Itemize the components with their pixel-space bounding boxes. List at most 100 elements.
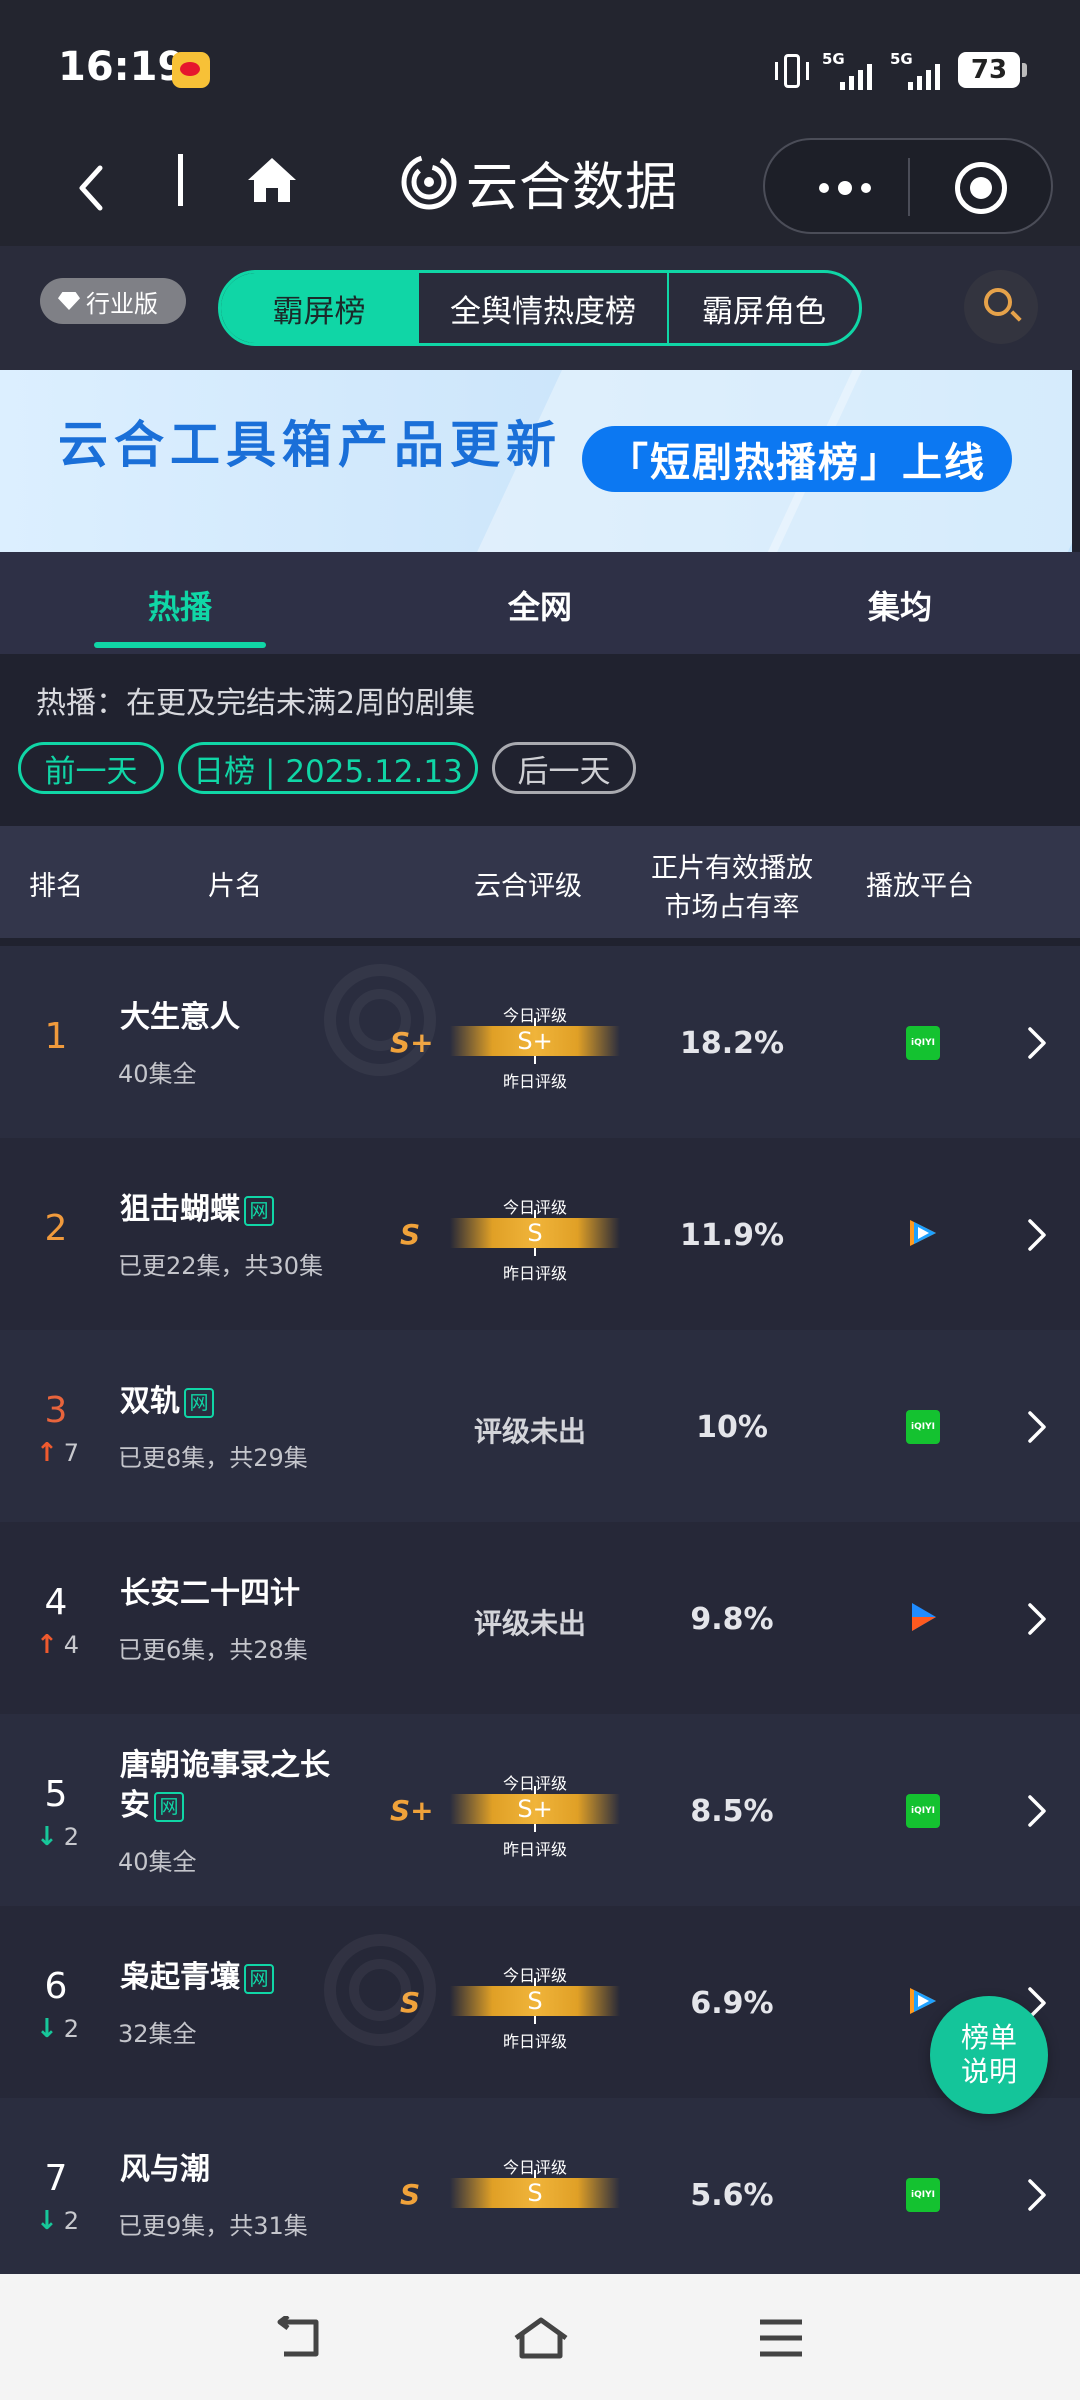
status-bar: 16:19 5G 5G 73 [0, 0, 1080, 128]
web-drama-tag: 网 [184, 1388, 214, 1418]
rank-number: 5 [44, 1774, 68, 1815]
web-drama-tag: 网 [244, 1964, 274, 1994]
ranking-explanation-button[interactable]: 榜单 说明 [930, 1996, 1048, 2114]
table-row[interactable]: 1 大生意人 40集全 S+ 今日评级 S+ 昨日评级 18.2% iQIYI [0, 946, 1080, 1138]
market-share: 10% [696, 1410, 768, 1445]
youku-icon [912, 1603, 936, 1631]
rank-trend: ↓ 2 [36, 1822, 80, 1852]
next-day-button[interactable]: 后一天 [492, 742, 636, 794]
tencent-video-icon [910, 1988, 936, 2014]
nav-divider [178, 154, 183, 206]
rank-number: 6 [44, 1966, 68, 2007]
signal-icon: 5G [890, 50, 948, 92]
rank-number: 1 [44, 1016, 68, 1057]
drama-title: 唐朝诡事录之长 安网 [120, 1748, 330, 1823]
status-time: 16:19 [58, 44, 186, 90]
market-share: 5.6% [690, 2178, 774, 2213]
table-row[interactable]: 5 ↓ 2 唐朝诡事录之长 安网 40集全 S+ 今日评级 S+ 昨日评级 8.5… [0, 1714, 1080, 1906]
chevron-right-icon[interactable] [1026, 2178, 1048, 2212]
grade-pending: 评级未出 [473, 1415, 586, 1448]
back-icon[interactable] [72, 158, 112, 218]
home-nav-icon[interactable] [512, 2316, 570, 2360]
yesterday-grade-label: 昨日评级 [502, 2032, 567, 2051]
table-row[interactable]: 4 ↑ 4 长安二十四计 已更6集，共28集 评级未出 9.8% [0, 1522, 1080, 1714]
episode-info: 已更6集，共28集 [118, 1636, 308, 1664]
industry-edition-badge[interactable]: 行业版 [40, 278, 186, 324]
episode-info: 已更8集，共29集 [118, 1444, 308, 1472]
tab-baping-role[interactable]: 霸屏角色 [667, 273, 859, 343]
chevron-right-icon[interactable] [1026, 1794, 1048, 1828]
grade-badge: S [400, 1218, 421, 1251]
grade-badge: S [400, 2178, 421, 2211]
market-share: 11.9% [679, 1218, 785, 1253]
drama-title: 双轨网 [120, 1382, 214, 1422]
tab-per-episode[interactable]: 集均 [868, 582, 932, 628]
home-icon[interactable] [244, 152, 300, 208]
table-row[interactable]: 3 ↑ 7 双轨网 已更8集，共29集 评级未出 10% iQIYI [0, 1330, 1080, 1522]
brand: 云合数据 [400, 150, 678, 218]
close-miniprogram-icon[interactable] [955, 162, 1007, 214]
tab-hot[interactable]: 热播 [148, 582, 212, 628]
arrow-down-icon: ↓ [36, 2014, 58, 2044]
rank-trend: ↑ 7 [36, 1438, 80, 1468]
drama-title: 大生意人 [120, 1000, 240, 1035]
rank-number: 3 [44, 1390, 68, 1431]
market-share: 8.5% [690, 1794, 774, 1829]
drama-title: 风与潮 [120, 2152, 210, 2187]
iqiyi-icon: iQIYI [906, 1794, 940, 1828]
episode-info: 已更22集，共30集 [118, 1252, 324, 1280]
tab-sentiment-heat[interactable]: 全舆情热度榜 [417, 273, 667, 343]
chevron-right-icon[interactable] [1026, 1602, 1048, 1636]
episode-info: 32集全 [118, 2020, 197, 2048]
grade-bar: S+ [450, 1018, 620, 1064]
more-icon[interactable] [805, 170, 885, 206]
tencent-video-icon [910, 1220, 936, 1246]
grade-bar: S [450, 2170, 620, 2208]
table-row[interactable]: 2 狙击蝴蝶网 已更22集，共30集 S 今日评级 S 昨日评级 11.9% [0, 1138, 1080, 1330]
rank-number: 2 [44, 1208, 68, 1249]
date-selector[interactable]: 日榜 | 2025.12.13 [178, 742, 478, 794]
mini-program-nav: 云合数据 [0, 128, 1080, 246]
search-icon[interactable] [964, 270, 1038, 344]
ranking-type-bar: 行业版 霸屏榜 全舆情热度榜 霸屏角色 [0, 246, 1080, 370]
arrow-up-icon: ↑ [36, 1438, 58, 1468]
rank-number: 4 [44, 1582, 68, 1623]
market-share: 18.2% [679, 1026, 785, 1061]
chevron-right-icon[interactable] [1026, 1218, 1048, 1252]
prev-day-button[interactable]: 前一天 [18, 742, 164, 794]
menu-nav-icon[interactable] [756, 2316, 806, 2360]
table-row[interactable]: 6 ↓ 2 枭起青壤网 32集全 S 今日评级 S 昨日评级 6.9% [0, 1906, 1080, 2098]
tab-bapingbang[interactable]: 霸屏榜 [221, 273, 417, 343]
header-share: 正片有效播放 市场占有率 [651, 853, 813, 923]
battery-icon: 73 [958, 52, 1027, 88]
tab-all-network[interactable]: 全网 [508, 582, 572, 628]
episode-info: 40集全 [118, 1060, 197, 1088]
chevron-right-icon[interactable] [1026, 1026, 1048, 1060]
iqiyi-icon: iQIYI [906, 2178, 940, 2212]
promo-banner[interactable]: 云合工具箱产品更新 「短剧热播榜」上线 [0, 370, 1072, 552]
yesterday-grade-label: 昨日评级 [502, 1072, 567, 1091]
drama-title: 长安二十四计 [120, 1576, 300, 1611]
iqiyi-icon: iQIYI [906, 1410, 940, 1444]
header-platform: 播放平台 [866, 871, 974, 902]
rank-number: 7 [44, 2158, 68, 2199]
header-grade: 云合评级 [474, 871, 582, 902]
market-share: 9.8% [690, 1602, 774, 1637]
grade-badge: S [400, 1986, 421, 2019]
grade-bar: S [450, 1978, 620, 2024]
arrow-down-icon: ↓ [36, 1822, 58, 1852]
chevron-right-icon[interactable] [1026, 1410, 1048, 1444]
table-row[interactable]: 7 ↓ 2 风与潮 已更9集，共31集 S 今日评级 S 5.6% iQIYI [0, 2098, 1080, 2274]
system-nav-bar [0, 2274, 1080, 2400]
table-header: 排名 片名 云合评级 正片有效播放 市场占有率 播放平台 [0, 826, 1080, 938]
rank-trend: ↓ 2 [36, 2014, 80, 2044]
arrow-up-icon: ↑ [36, 1630, 58, 1660]
back-nav-icon[interactable] [272, 2316, 326, 2360]
rank-trend: ↓ 2 [36, 2206, 80, 2236]
episode-info: 已更9集，共31集 [118, 2212, 308, 2240]
active-tab-indicator [94, 642, 266, 648]
weibo-icon [172, 52, 210, 88]
rank-trend: ↑ 4 [36, 1630, 80, 1660]
brand-name: 云合数据 [466, 157, 679, 218]
grade-bar: S [450, 1210, 620, 1256]
